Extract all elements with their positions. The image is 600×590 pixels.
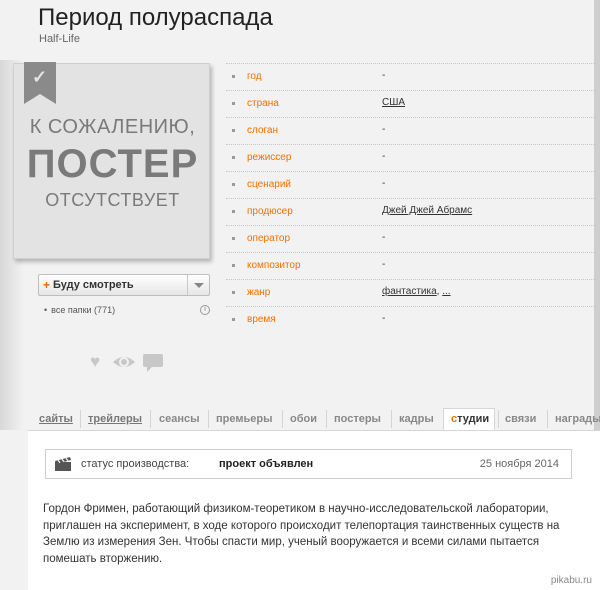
info-row-country: страна США <box>226 90 596 117</box>
tab-separator <box>547 410 548 428</box>
info-row-operator: оператор - <box>226 225 596 252</box>
all-folders-label: все папки (771) <box>51 305 116 315</box>
status-date: 25 ноября 2014 <box>479 458 559 470</box>
tab-separator <box>391 410 392 428</box>
bullet <box>232 75 235 78</box>
bullet <box>232 318 235 321</box>
info-value: - <box>382 70 386 81</box>
info-row-writer: сценарий - <box>226 171 596 198</box>
info-key: жанр <box>247 287 271 298</box>
clapperboard-icon <box>55 457 71 471</box>
eye-icon[interactable] <box>112 352 136 372</box>
page: Период полураспада Half-Life ✓ К СОЖАЛЕН… <box>0 0 600 590</box>
poster-text-line2: ПОСТЕР <box>26 142 199 186</box>
info-row-genre: жанр фантастика, ... <box>226 279 596 306</box>
info-row-producer: продюсер Джей Джей Абрамс <box>226 198 596 225</box>
will-watch-button[interactable]: + Буду смотреть <box>38 274 210 296</box>
info-value: - <box>382 178 386 189</box>
tab-separator <box>150 410 151 428</box>
bullet <box>232 210 235 213</box>
heart-icon[interactable]: ♥ <box>90 352 100 372</box>
info-row-composer: композитор - <box>226 252 596 279</box>
comment-icon[interactable] <box>142 353 164 373</box>
bullet <box>232 264 235 267</box>
tab-sites[interactable]: сайты <box>39 413 73 425</box>
bullet <box>232 102 235 105</box>
tab-showtimes[interactable]: сеансы <box>159 413 200 425</box>
tab-studios-rest: тудии <box>457 413 490 425</box>
info-row-slogan: слоган - <box>226 117 596 144</box>
producer-link[interactable]: Джей Джей Абрамс <box>382 205 472 216</box>
genre-more-link[interactable]: ... <box>442 286 450 297</box>
info-key: композитор <box>247 260 301 271</box>
bullet <box>232 156 235 159</box>
info-row-director: режиссер - <box>226 144 596 171</box>
checkmark-glyph: ✓ <box>32 67 48 87</box>
info-key: время <box>247 314 276 325</box>
poster-placeholder: ✓ К СОЖАЛЕНИЮ, ПОСТЕР ОТСУТСТВУЕТ <box>13 62 210 259</box>
info-key: сценарий <box>247 179 291 190</box>
tab-separator <box>208 410 209 428</box>
tab-awards[interactable]: награды <box>555 413 600 425</box>
status-value: проект объявлен <box>219 458 314 470</box>
bullet <box>232 237 235 240</box>
info-key: оператор <box>247 233 291 244</box>
info-key: страна <box>247 98 279 109</box>
checkmark-icon[interactable]: ✓ <box>24 62 56 104</box>
info-key: режиссер <box>247 152 292 163</box>
poster-text-line3: ОТСУТСТВУЕТ <box>45 190 180 210</box>
bullet <box>232 183 235 186</box>
chevron-down-icon[interactable] <box>187 275 209 295</box>
movie-tabs: сайты трейлеры сеансы премьеры обои пост… <box>33 408 600 431</box>
info-key: слоган <box>247 125 279 136</box>
info-row-year: год - <box>226 63 596 90</box>
info-value: - <box>382 151 386 162</box>
tab-wallpapers[interactable]: обои <box>290 413 317 425</box>
all-folders-link[interactable]: • все папки (771) <box>44 305 115 315</box>
movie-description: Гордон Фримен, работающий физиком-теорет… <box>43 503 560 565</box>
country-link[interactable]: США <box>382 97 405 108</box>
tab-trailers[interactable]: трейлеры <box>88 413 142 425</box>
info-row-runtime: время - <box>226 306 596 333</box>
watermark: pikabu.ru <box>550 575 592 586</box>
tab-stills[interactable]: кадры <box>399 413 434 425</box>
tab-relations[interactable]: связи <box>505 413 536 425</box>
movie-title: Период полураспада <box>38 4 273 31</box>
tab-studios[interactable]: студии <box>451 413 489 425</box>
info-icon[interactable]: i <box>200 305 210 315</box>
tab-separator <box>498 410 499 428</box>
info-value: - <box>382 124 386 135</box>
status-label: статус производства: <box>81 458 190 470</box>
info-value: - <box>382 259 386 270</box>
production-status-box: статус производства: проект объявлен 25 … <box>45 449 572 479</box>
bullet <box>232 291 235 294</box>
tab-posters[interactable]: постеры <box>334 413 381 425</box>
action-icons: ♥ <box>90 352 170 374</box>
info-value: - <box>382 232 386 243</box>
genre-link[interactable]: фантастика <box>382 286 437 297</box>
tab-separator <box>326 410 327 428</box>
will-watch-label: Буду смотреть <box>53 279 134 291</box>
content-panel: статус производства: проект объявлен 25 … <box>28 430 600 590</box>
info-key: год <box>247 71 262 82</box>
plus-icon: + <box>43 278 51 292</box>
info-value: - <box>382 313 386 324</box>
tab-separator <box>80 410 81 428</box>
tab-separator <box>282 410 283 428</box>
bullet <box>232 129 235 132</box>
original-title: Half-Life <box>39 33 80 45</box>
poster-text-line1: К СОЖАЛЕНИЮ, <box>29 116 196 138</box>
info-key: продюсер <box>247 206 293 217</box>
tab-premieres[interactable]: премьеры <box>216 413 272 425</box>
